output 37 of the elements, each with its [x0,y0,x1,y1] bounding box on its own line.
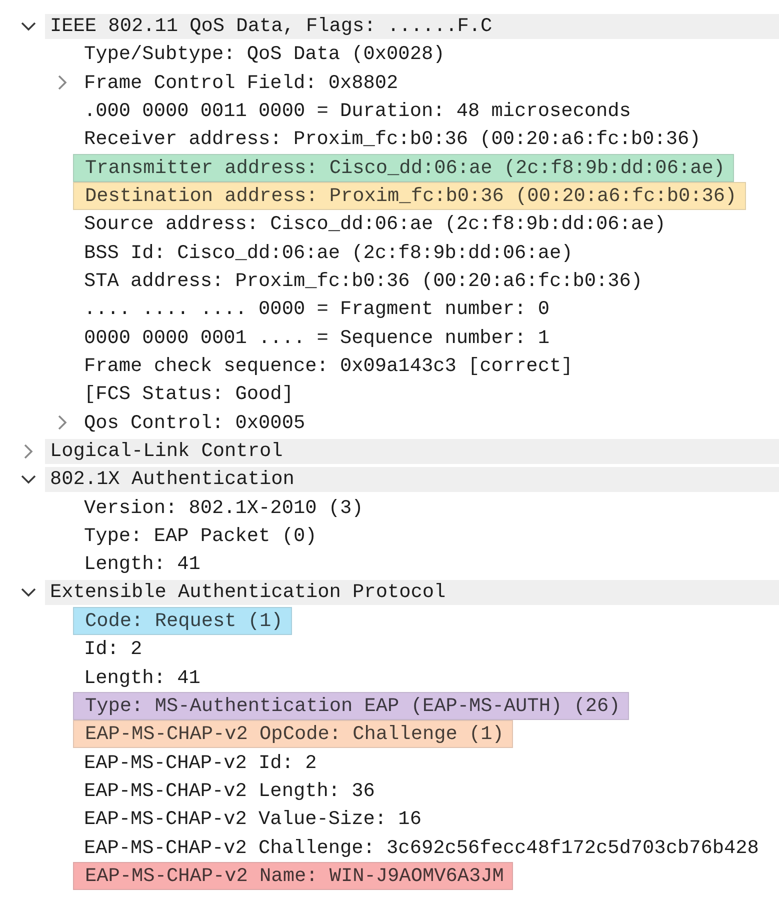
field-row[interactable]: EAP-MS-CHAP-v2 Value-Size: 16 [79,806,422,832]
highlighted-field-row[interactable]: Type: MS-Authentication EAP (EAP-MS-AUTH) (26) [73,692,630,720]
highlighted-field-row[interactable]: EAP-MS-CHAP-v2 Name: WIN-J9AOMV6A3JM [73,862,513,890]
field-row[interactable]: Length: 41 [79,664,200,691]
highlighted-field-row[interactable]: Transmitter address: Cisco_dd:06:ae (2c:f8:9b:dd:06:ae) [73,154,734,182]
field-row[interactable]: .000 0000 0011 0000 = Duration: 48 microseconds [79,98,631,124]
field-row[interactable]: .... .... .... 0000 = Fragment number: 0 [79,296,550,322]
highlighted-field-row[interactable]: Destination address: Proxim_fc:b0:36 (00:20:a6:fc:b0:36) [73,182,746,210]
highlighted-field-row[interactable]: EAP-MS-CHAP-v2 OpCode: Challenge (1) [73,720,513,748]
field-row[interactable]: Version: 802.1X-2010 (3) [79,494,364,521]
field-row[interactable]: EAP-MS-CHAP-v2 Id: 2 [79,750,317,776]
chevron-right-icon[interactable] [24,444,33,459]
field-row[interactable]: Id: 2 [79,636,142,662]
protocol-header-row[interactable]: Extensible Authentication Protocol [45,580,779,606]
field-row[interactable]: Source address: Cisco_dd:06:ae (2c:f8:9b:dd:06:ae) [79,211,666,238]
field-row[interactable]: EAP-MS-CHAP-v2 Challenge: 3c692c56fecc48f172c5d703cb76b428 [79,834,759,861]
field-row[interactable]: Frame Control Field: 0x8802 [79,70,398,96]
field-row[interactable]: [FCS Status: Good] [79,381,294,408]
field-row[interactable]: Type: EAP Packet (0) [79,523,317,550]
protocol-header-row[interactable]: IEEE 802.11 QoS Data, Flags: ......F.C [45,14,779,39]
protocol-header-row[interactable]: 802.1X Authentication [45,466,779,492]
field-row[interactable]: 0000 0000 0001 .... = Sequence number: 1 [79,324,550,351]
field-row[interactable]: Type/Subtype: QoS Data (0x0028) [79,41,445,68]
field-row[interactable]: BSS Id: Cisco_dd:06:ae (2c:f8:9b:dd:06:ae) [79,240,573,266]
field-row[interactable]: Frame check sequence: 0x09a143c3 [correct] [79,353,573,380]
field-row[interactable]: Length: 41 [79,551,200,578]
chevron-down-icon[interactable] [21,588,36,598]
field-row[interactable]: Qos Control: 0x0005 [79,410,306,436]
field-row[interactable]: Receiver address: Proxim_fc:b0:36 (00:20:a6:fc:b0:36) [79,126,701,152]
chevron-down-icon[interactable] [21,474,36,484]
field-row[interactable]: EAP-MS-CHAP-v2 Length: 36 [79,778,375,804]
field-row[interactable]: STA address: Proxim_fc:b0:36 (00:20:a6:fc:b0:36) [79,268,643,294]
chevron-right-icon[interactable] [58,415,67,430]
chevron-down-icon[interactable] [21,22,36,31]
chevron-right-icon[interactable] [58,75,67,90]
protocol-header-row[interactable]: Logical-Link Control [45,438,779,464]
highlighted-field-row[interactable]: Code: Request (1) [73,607,292,636]
